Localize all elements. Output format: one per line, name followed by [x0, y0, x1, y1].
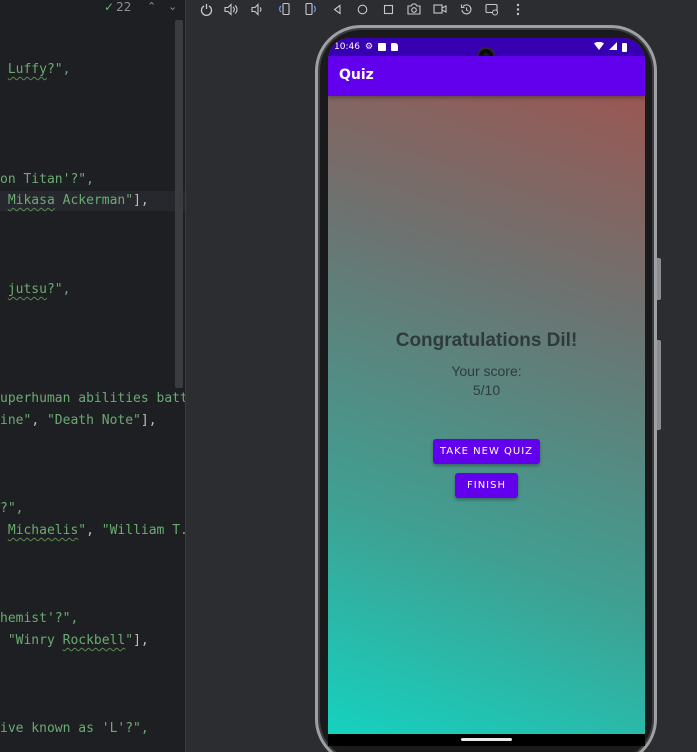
chevron-up-icon[interactable]: ⌃ [147, 0, 156, 13]
code-token: jutsu [7, 282, 47, 297]
code-editor[interactable]: ✓ 22 ⌃ ⌄ Luffy?", on Titan'?", Mikasa Ack… [0, 0, 186, 752]
code-token: uperhuman abilities batt [0, 391, 186, 406]
score-value: 5/10 [472, 382, 501, 398]
battery-icon [622, 42, 627, 52]
code-token: ine" [0, 413, 32, 428]
code-line: Luffy?", [0, 60, 71, 80]
signal-icon [609, 41, 617, 53]
app-title: Quiz [339, 67, 374, 83]
app-bar: Quiz [328, 56, 645, 96]
code-token: " [125, 633, 134, 648]
code-token: Michaelis [7, 523, 79, 538]
settings-gear-icon: ⚙ [364, 42, 374, 52]
power-icon[interactable] [198, 1, 214, 17]
device-power-button[interactable] [657, 258, 661, 300]
status-icons [594, 38, 627, 56]
chevron-down-icon[interactable]: ⌄ [168, 0, 177, 13]
code-line: "Winry Rockbell"], [0, 631, 149, 651]
inspection-widget[interactable]: ✓ 22 [104, 0, 131, 14]
video-icon[interactable] [432, 1, 448, 17]
code-line: Michaelis", "William T. [0, 521, 186, 541]
device-screen: 10:46 ⚙ Quiz Congratulations Dil! Your s… [328, 38, 645, 746]
home-icon[interactable] [354, 1, 370, 17]
code-line: uperhuman abilities batt [0, 389, 186, 409]
score-label: Your score: [451, 363, 522, 379]
code-line: ive known as 'L'?", [0, 719, 149, 739]
code-token: hemist'?", [0, 611, 79, 626]
editor-divider [185, 0, 186, 752]
overview-icon[interactable] [380, 1, 396, 17]
code-token: , [31, 413, 47, 428]
rotate-right-icon[interactable] [302, 1, 318, 17]
emulator-toolbar [186, 0, 697, 18]
code-token: on Titan'?", [0, 172, 94, 187]
desktop: ✓ 22 ⌃ ⌄ Luffy?", on Titan'?", Mikasa Ack… [0, 0, 697, 752]
notification-a-icon [378, 43, 387, 51]
volume-up-icon[interactable] [223, 1, 239, 17]
code-line: Mikasa Ackerman"], [0, 191, 186, 211]
code-line: on Titan'?", [0, 170, 94, 190]
code-line: ine", "Death Note"], [0, 411, 157, 431]
navigation-bar [328, 734, 645, 746]
code-token: Luffy [7, 62, 47, 77]
inspection-count: 22 [116, 0, 132, 14]
replay-icon[interactable] [458, 1, 474, 17]
code-token: ?", [46, 62, 71, 77]
code-token: "Death Note" [46, 413, 141, 428]
sd-card-icon [391, 43, 399, 51]
code-line: ?", [0, 499, 23, 519]
code-token: Mikasa [7, 193, 55, 208]
check-icon: ✓ [104, 0, 115, 14]
wifi-icon [594, 41, 604, 53]
editor-scrollbar[interactable] [175, 20, 183, 388]
code-token: Ackerman" [54, 193, 134, 208]
code-token: " [78, 523, 87, 538]
code-token: , [86, 523, 102, 538]
code-token: "William T. [101, 523, 186, 538]
code-token: ?", [0, 501, 24, 516]
code-token: Rockbell [62, 633, 126, 648]
settings-icon[interactable] [484, 1, 500, 17]
volume-down-icon[interactable] [248, 1, 264, 17]
code-token: ], [133, 633, 149, 648]
gesture-handle[interactable] [461, 738, 512, 741]
code-token: ], [133, 193, 149, 208]
code-token: ive known as 'L'?", [0, 721, 149, 736]
code-token: ?", [46, 282, 71, 297]
camera-icon[interactable] [406, 1, 422, 17]
back-icon[interactable] [329, 1, 345, 17]
congrats-heading: Congratulations Dil! [395, 330, 578, 351]
code-token: ], [140, 413, 157, 428]
more-icon[interactable] [510, 1, 526, 17]
take-new-quiz-button[interactable]: TAKE NEW QUIZ [433, 439, 540, 464]
finish-button[interactable]: FINISH [455, 473, 518, 498]
status-time: 10:46 [334, 42, 360, 52]
device-volume-button[interactable] [657, 340, 661, 430]
code-line: jutsu?", [0, 280, 71, 300]
rotate-left-icon[interactable] [276, 1, 292, 17]
code-line: hemist'?", [0, 609, 78, 629]
code-token: "Winry [0, 633, 63, 648]
